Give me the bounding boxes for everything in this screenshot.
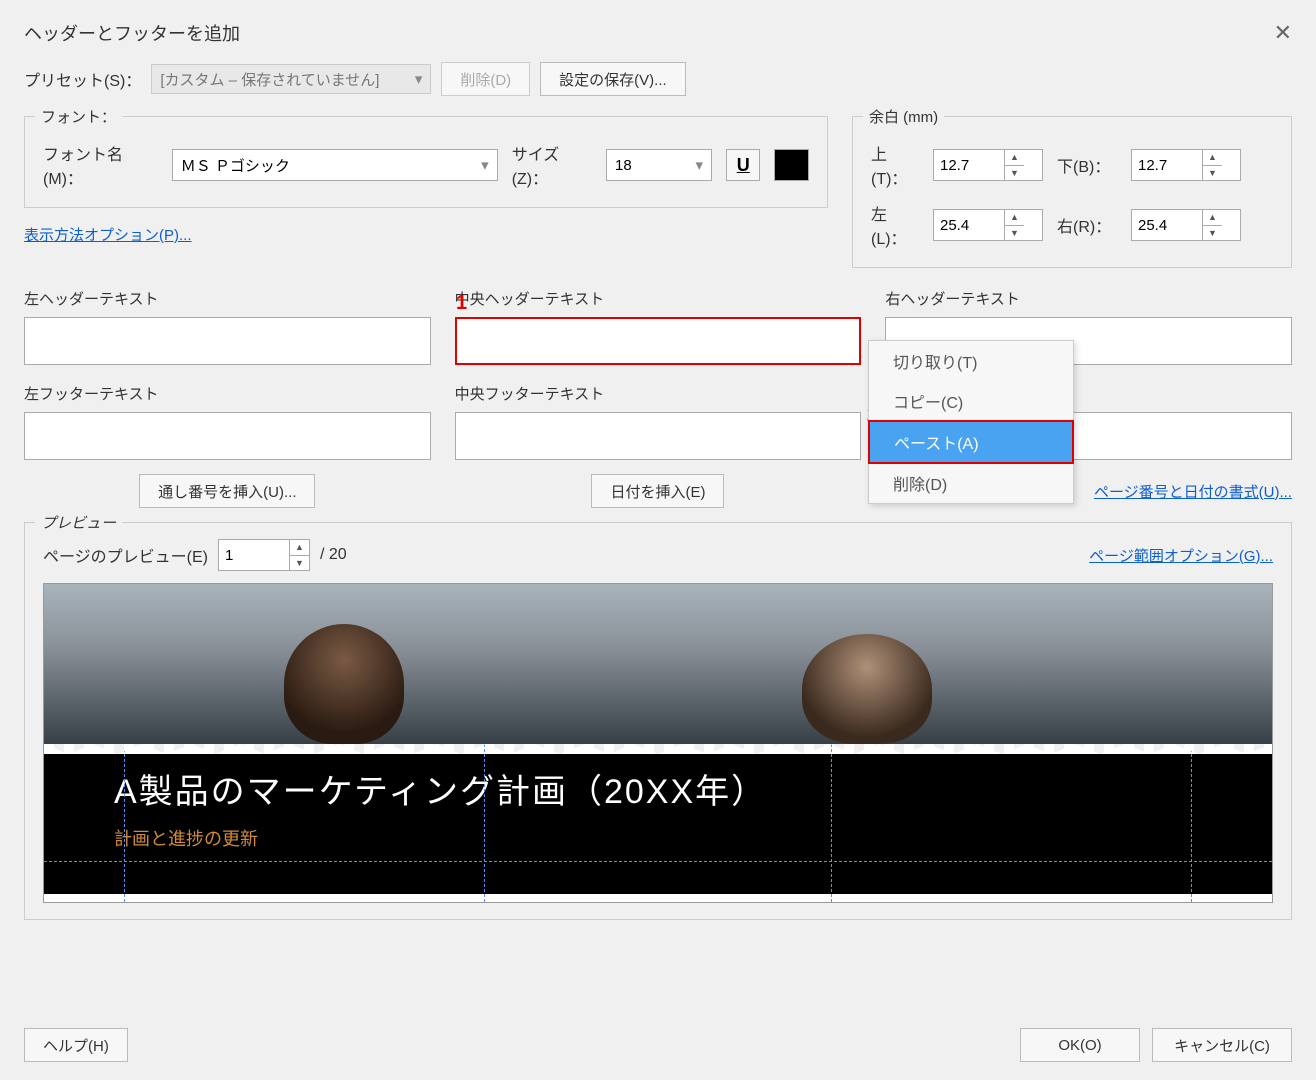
font-group-title: フォント： — [35, 106, 122, 127]
margin-right-input[interactable] — [1132, 210, 1202, 240]
down-arrow-icon[interactable]: ▼ — [1203, 226, 1222, 241]
font-name-value: ＭＳ Ｐゴシック — [181, 155, 290, 176]
font-size-label: サイズ(Z)： — [512, 141, 592, 189]
font-size-value: 18 — [615, 157, 632, 174]
margin-top-spinner[interactable]: ▲▼ — [933, 149, 1043, 181]
down-arrow-icon[interactable]: ▼ — [1005, 166, 1024, 181]
left-header-input[interactable] — [24, 317, 431, 365]
chevron-down-icon: ▾ — [405, 70, 423, 88]
dialog-button-bar: ヘルプ(H) OK(O) キャンセル(C) — [24, 1028, 1292, 1062]
page-preview-spinner[interactable]: ▲▼ — [218, 539, 310, 571]
font-size-combo[interactable]: 18 ▾ — [606, 149, 712, 181]
font-column: フォント： フォント名(M)： ＭＳ Ｐゴシック ▾ サイズ(Z)： 18 ▾ … — [24, 108, 828, 268]
up-arrow-icon[interactable]: ▲ — [1005, 150, 1024, 166]
left-footer-label: 左フッターテキスト — [24, 383, 431, 404]
margin-group: 余白 (mm) 上(T)： ▲▼ 下(B)： ▲▼ 左(L)： ▲▼ 右(R)： — [852, 116, 1292, 268]
context-menu: 切り取り(T) コピー(C) ペースト(A) 削除(D) — [868, 340, 1074, 504]
center-footer-label: 中央フッターテキスト — [455, 383, 862, 404]
underline-button[interactable]: U — [726, 149, 761, 181]
text-color-swatch[interactable] — [774, 149, 809, 181]
left-header-label: 左ヘッダーテキスト — [24, 288, 431, 309]
ok-button[interactable]: OK(O) — [1020, 1028, 1140, 1062]
page-number-date-format-link[interactable]: ページ番号と日付の書式(U)... — [1094, 481, 1292, 502]
context-menu-copy[interactable]: コピー(C) — [869, 381, 1073, 421]
add-header-footer-dialog: ヘッダーとフッターを追加 ✕ プリセット(S)： [カスタム – 保存されていま… — [0, 0, 1316, 1080]
preview-image-top — [44, 584, 1272, 744]
preview-group: プレビュー ページのプレビュー(E) ▲▼ / 20 ページ範囲オプション(G)… — [24, 522, 1292, 920]
up-arrow-icon[interactable]: ▲ — [1203, 150, 1222, 166]
delete-preset-button[interactable]: 削除(D) — [441, 62, 530, 96]
chevron-down-icon: ▾ — [481, 156, 489, 174]
preset-combo[interactable]: [カスタム – 保存されていません] ▾ — [151, 64, 431, 94]
page-range-options-link[interactable]: ページ範囲オプション(G)... — [1089, 545, 1273, 566]
font-name-label: フォント名(M)： — [43, 141, 158, 189]
save-settings-button[interactable]: 設定の保存(V)... — [540, 62, 686, 96]
font-group: フォント： フォント名(M)： ＭＳ Ｐゴシック ▾ サイズ(Z)： 18 ▾ … — [24, 116, 828, 208]
page-preview-input[interactable] — [219, 540, 289, 570]
up-arrow-icon[interactable]: ▲ — [1005, 210, 1024, 226]
help-button[interactable]: ヘルプ(H) — [24, 1028, 128, 1062]
preset-label: プリセット(S)： — [24, 67, 141, 91]
preview-canvas: A製品のマーケティング計画（20XX年） 計画と進捗の更新 — [43, 583, 1273, 903]
margin-bottom-label: 下(B)： — [1057, 153, 1117, 177]
margin-right-spinner[interactable]: ▲▼ — [1131, 209, 1241, 241]
preview-black-band: A製品のマーケティング計画（20XX年） 計画と進捗の更新 — [44, 754, 1272, 894]
font-name-combo[interactable]: ＭＳ Ｐゴシック ▾ — [172, 149, 498, 181]
down-arrow-icon[interactable]: ▼ — [290, 556, 309, 571]
header-footer-section: 1 左ヘッダーテキスト 中央ヘッダーテキスト 右ヘッダーテキスト 左フッターテキ… — [24, 288, 1292, 508]
top-area: フォント： フォント名(M)： ＭＳ Ｐゴシック ▾ サイズ(Z)： 18 ▾ … — [24, 108, 1292, 268]
callout-1: 1 — [456, 292, 467, 315]
page-total: / 20 — [320, 546, 347, 564]
context-menu-cut[interactable]: 切り取り(T) — [869, 341, 1073, 381]
down-arrow-icon[interactable]: ▼ — [1203, 166, 1222, 181]
center-header-input[interactable] — [455, 317, 862, 365]
left-footer-input[interactable] — [24, 412, 431, 460]
preset-value: [カスタム – 保存されていません] — [160, 69, 379, 90]
display-options-link[interactable]: 表示方法オプション(P)... — [24, 227, 192, 244]
preview-subtitle-text: 計画と進捗の更新 — [114, 825, 1202, 851]
up-arrow-icon[interactable]: ▲ — [1203, 210, 1222, 226]
cancel-button[interactable]: キャンセル(C) — [1152, 1028, 1292, 1062]
margin-top-input[interactable] — [934, 150, 1004, 180]
context-menu-paste[interactable]: ペースト(A) — [868, 420, 1074, 464]
margin-left-spinner[interactable]: ▲▼ — [933, 209, 1043, 241]
right-header-label: 右ヘッダーテキスト — [885, 288, 1292, 309]
margin-bottom-input[interactable] — [1132, 150, 1202, 180]
chevron-down-icon: ▾ — [695, 156, 703, 174]
margin-left-input[interactable] — [934, 210, 1004, 240]
preset-row: プリセット(S)： [カスタム – 保存されていません] ▾ 削除(D) 設定の… — [24, 62, 1292, 96]
insert-page-number-button[interactable]: 通し番号を挿入(U)... — [139, 474, 315, 508]
margin-group-title: 余白 (mm) — [863, 106, 944, 127]
title-bar: ヘッダーとフッターを追加 ✕ — [24, 16, 1292, 62]
preview-group-title: プレビュー — [35, 512, 122, 533]
margin-left-label: 左(L)： — [871, 201, 919, 249]
margin-right-label: 右(R)： — [1057, 213, 1117, 237]
page-preview-label: ページのプレビュー(E) — [43, 543, 208, 567]
preview-title-text: A製品のマーケティング計画（20XX年） — [114, 764, 1202, 813]
margin-bottom-spinner[interactable]: ▲▼ — [1131, 149, 1241, 181]
margin-top-label: 上(T)： — [871, 141, 919, 189]
close-icon[interactable]: ✕ — [1274, 20, 1292, 46]
insert-date-button[interactable]: 日付を挿入(E) — [591, 474, 724, 508]
context-menu-delete[interactable]: 削除(D) — [869, 463, 1073, 503]
dialog-title: ヘッダーとフッターを追加 — [24, 20, 240, 46]
center-footer-input[interactable] — [455, 412, 862, 460]
down-arrow-icon[interactable]: ▼ — [1005, 226, 1024, 241]
up-arrow-icon[interactable]: ▲ — [290, 540, 309, 556]
center-header-label: 中央ヘッダーテキスト — [455, 288, 862, 309]
